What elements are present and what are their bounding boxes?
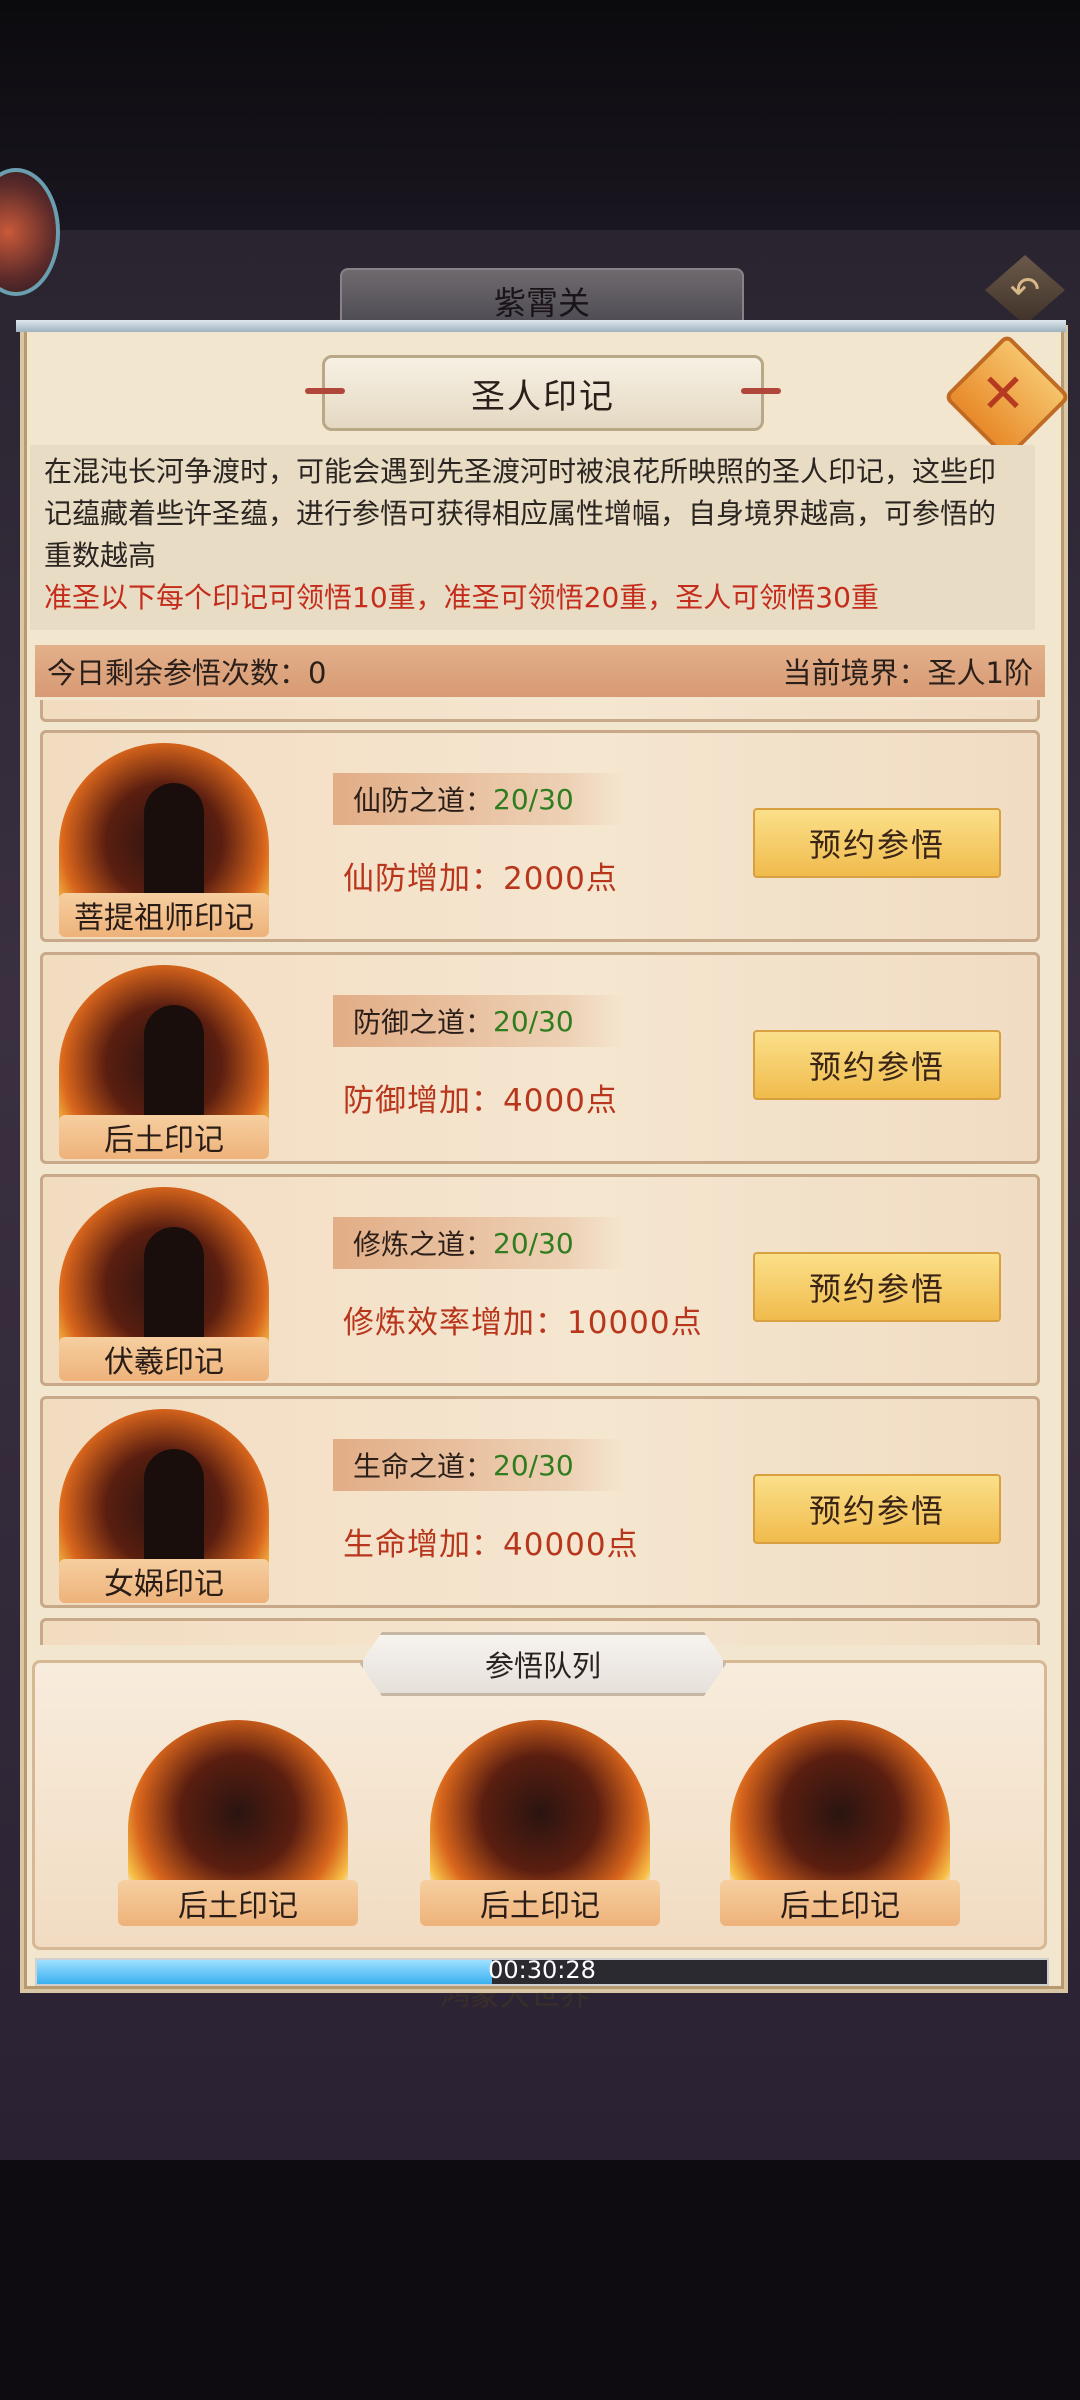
dao-progress: 20/30: [493, 1004, 574, 1038]
mark-card-partial: [40, 700, 1040, 722]
realm-note: 准圣以下每个印记可领悟10重，准圣可领悟20重，圣人可领悟30重: [44, 581, 879, 614]
queue-item[interactable]: 后土印记: [118, 1720, 358, 1926]
bonus-text: 修炼效率增加：10000点: [343, 1305, 703, 1341]
dao-progress: 20/30: [493, 1226, 574, 1260]
queue-item-name: 后土印记: [118, 1880, 358, 1926]
mark-list[interactable]: 菩提祖师印记 仙防之道： 20/30 仙防增加：2000点 预约参悟 后土印记 防…: [40, 700, 1040, 1645]
queue-portrait: [430, 1720, 650, 1890]
dao-label: 仙防之道： 20/30: [333, 773, 623, 825]
dao-label: 防御之道： 20/30: [333, 995, 623, 1047]
book-comprehend-button[interactable]: 预约参悟: [753, 1030, 1001, 1100]
dao-progress: 20/30: [493, 782, 574, 816]
queue-portrait: [730, 1720, 950, 1890]
mark-name: 菩提祖师印记: [59, 893, 269, 937]
description-text: 在混沌长河争渡时，可能会遇到先圣渡河时被浪花所映照的圣人印记，这些印记蕴藏着些许…: [44, 455, 997, 572]
mark-card: 后土印记 防御之道： 20/30 防御增加：4000点 预约参悟: [40, 952, 1040, 1164]
queue-portrait: [128, 1720, 348, 1890]
close-icon[interactable]: ✕: [962, 352, 1044, 434]
remaining-count: 今日剩余参悟次数：0: [47, 656, 327, 690]
panel-title: 圣人印记: [305, 355, 781, 431]
bonus-text: 仙防增加：2000点: [343, 861, 618, 897]
queue-item[interactable]: 后土印记: [720, 1720, 960, 1926]
queue-item[interactable]: 后土印记: [420, 1720, 660, 1926]
mark-card: 女娲印记 生命之道： 20/30 生命增加：40000点 预约参悟: [40, 1396, 1040, 1608]
panel-top-rail: [16, 320, 1066, 332]
mark-card: 菩提祖师印记 仙防之道： 20/30 仙防增加：2000点 预约参悟: [40, 730, 1040, 942]
timer-text: 00:30:28: [488, 1956, 596, 1984]
description-box: 在混沌长河争渡时，可能会遇到先圣渡河时被浪花所映照的圣人印记，这些印记蕴藏着些许…: [30, 445, 1035, 630]
queue-item-name: 后土印记: [720, 1880, 960, 1926]
book-comprehend-button[interactable]: 预约参悟: [753, 808, 1001, 878]
queue-title: 参悟队列: [360, 1632, 726, 1696]
queue-item-name: 后土印记: [420, 1880, 660, 1926]
bonus-text: 生命增加：40000点: [343, 1527, 639, 1563]
current-realm: 当前境界：圣人1阶: [782, 656, 1033, 690]
bottom-dark-background: [0, 2160, 1080, 2400]
bonus-text: 防御增加：4000点: [343, 1083, 618, 1119]
mark-name: 后土印记: [59, 1115, 269, 1159]
comprehend-timer-bar: 00:30:28: [35, 1956, 1049, 1986]
book-comprehend-button[interactable]: 预约参悟: [753, 1252, 1001, 1322]
mark-name: 伏羲印记: [59, 1337, 269, 1381]
dao-label: 修炼之道： 20/30: [333, 1217, 623, 1269]
status-bar: 今日剩余参悟次数：0 当前境界：圣人1阶: [35, 645, 1045, 697]
dao-progress: 20/30: [493, 1448, 574, 1482]
dao-label: 生命之道： 20/30: [333, 1439, 623, 1491]
book-comprehend-button[interactable]: 预约参悟: [753, 1474, 1001, 1544]
mark-name: 女娲印记: [59, 1559, 269, 1603]
mark-card: 伏羲印记 修炼之道： 20/30 修炼效率增加：10000点 预约参悟: [40, 1174, 1040, 1386]
